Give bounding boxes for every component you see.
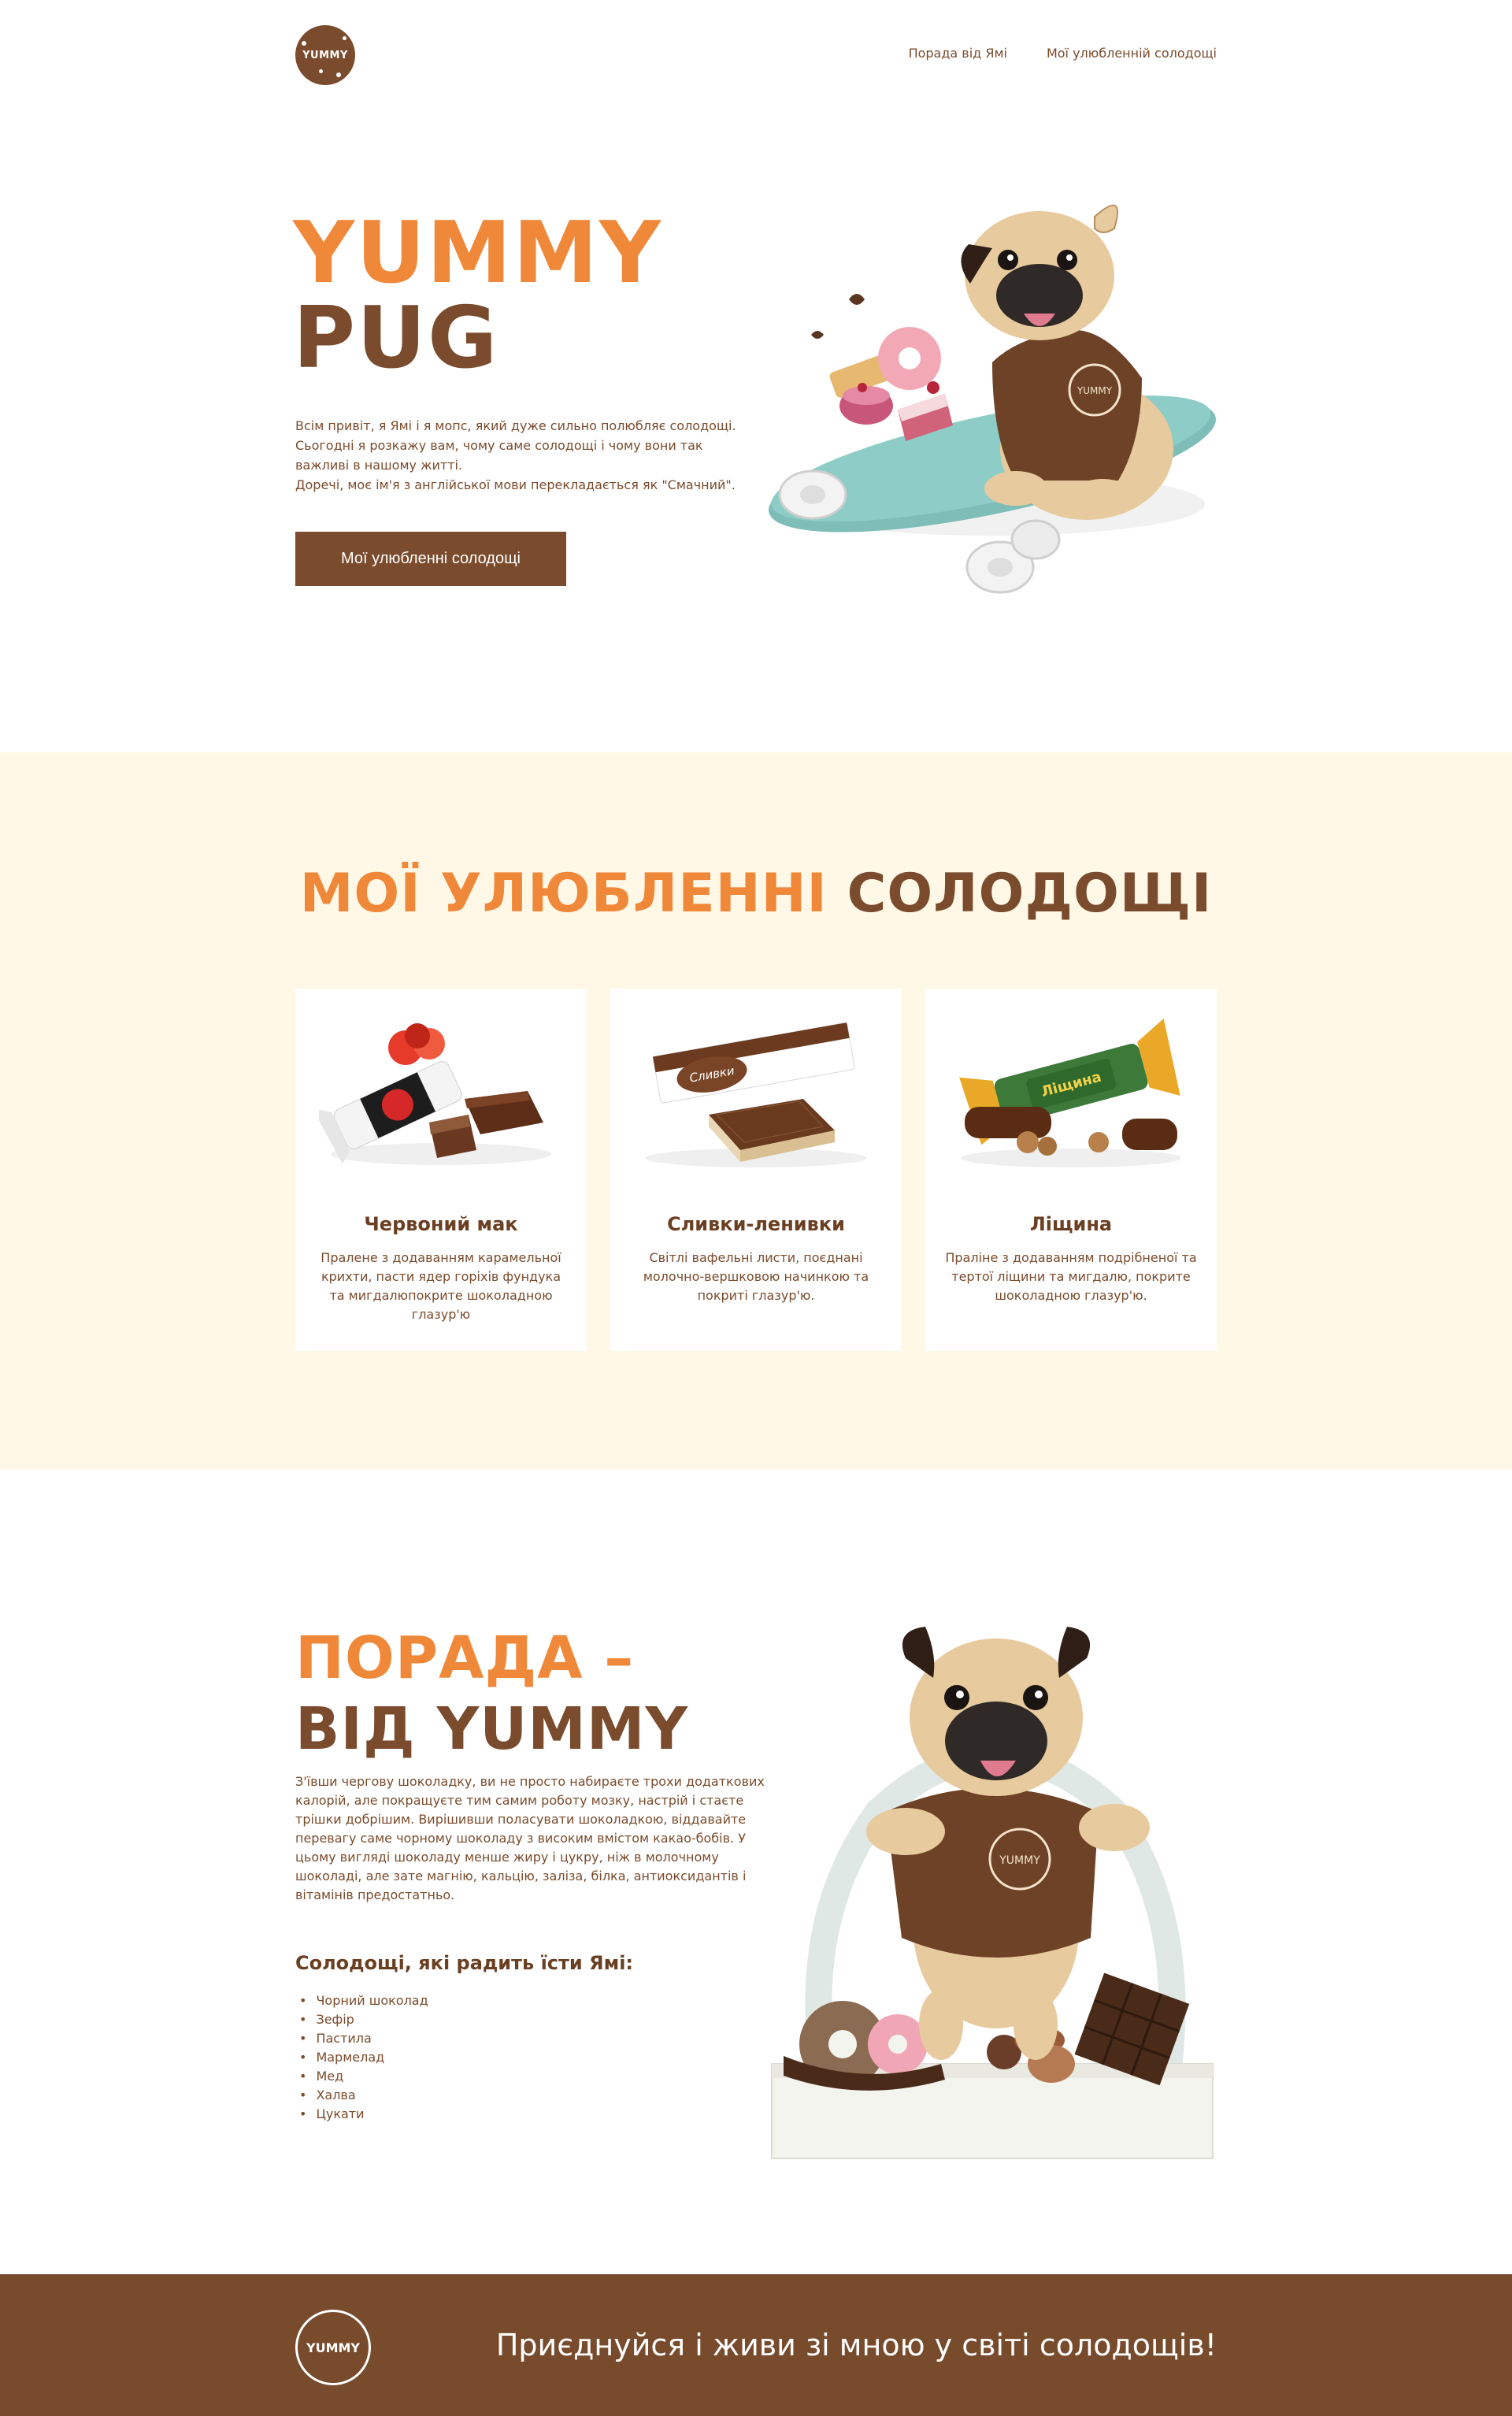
- hero-description-line: важливі в нашому житті.: [295, 458, 463, 473]
- advice-title-line1: ПОРАДА –: [295, 1624, 635, 1692]
- list-item: Цукати: [299, 2105, 428, 2124]
- svg-text:YUMMY: YUMMY: [999, 1854, 1040, 1867]
- sweets-list: Чорний шоколад Зефір Пастила Мармелад Ме…: [299, 1991, 428, 2124]
- favorites-title-brown: СОЛОДОЩІ: [847, 863, 1213, 925]
- list-item: Мармелад: [299, 2048, 428, 2067]
- advice-subtitle: Солодощі, які радить їсти Ямі:: [295, 1952, 634, 1974]
- product-description: Пралене з додаванням карамельної крихти,…: [321, 1250, 561, 1322]
- product-card-chervonyi-mak[interactable]: Червоний мак Пралене з додаванням караме…: [295, 989, 587, 1351]
- list-item: Зефір: [299, 2010, 428, 2029]
- main-nav: Порада від Ямі Мої улюбленній солодощі: [909, 46, 1217, 61]
- list-item: Мед: [299, 2067, 428, 2086]
- favorites-title-orange: МОЇ УЛЮБЛЕННІ: [299, 863, 828, 925]
- footer: YUMMY Приєднуйся і живи зі мною у світі …: [0, 2274, 1512, 2416]
- product-card-lishchyna[interactable]: Ліщина Ліщина Праліне з додаванням подрі…: [925, 989, 1217, 1351]
- nav-link-favorites[interactable]: Мої улюбленній солодощі: [1047, 46, 1217, 61]
- svg-text:YUMMY: YUMMY: [1077, 385, 1113, 396]
- candy-slyvky-lenyvky-image: Сливки: [646, 1022, 866, 1167]
- product-name: Червоний мак: [364, 1213, 518, 1235]
- pug-basket-illustration: YUMMY: [771, 1627, 1214, 2159]
- list-item: Халва: [299, 2086, 428, 2105]
- product-name: Сливки-ленивки: [667, 1213, 845, 1235]
- candy-lishchyna-image: Ліщина: [959, 1019, 1181, 1167]
- list-item: Чорний шоколад: [299, 1991, 428, 2010]
- advice-description: З'ївши чергову шоколадку, ви не просто н…: [295, 1774, 765, 1902]
- hero-title-line1: YUMMY: [293, 204, 663, 302]
- hero-description-line: Всім привіт, я Ямі і я мопс, який дуже с…: [295, 418, 736, 433]
- header: YUMMY Порада від Ямі Мої улюбленній соло…: [0, 0, 1512, 110]
- hero-title-line2: PUG: [293, 289, 499, 388]
- favorites-button[interactable]: Мої улюбленні солодощі: [295, 532, 566, 586]
- product-description: Світлі вафельні листи, поєднані молочно-…: [643, 1250, 869, 1303]
- hero-description-line: Доречі, моє ім'я з англійської мови пере…: [295, 477, 736, 492]
- product-name: Ліщина: [1029, 1213, 1113, 1235]
- nav-link-advice[interactable]: Порада від Ямі: [909, 46, 1007, 61]
- candy-red-poppy-image: [319, 1023, 551, 1165]
- logo[interactable]: YUMMY: [295, 25, 355, 85]
- product-description: Праліне з додаванням подрібненої та терт…: [945, 1250, 1197, 1303]
- footer-logo-text: YUMMY: [306, 2340, 360, 2355]
- pug-skateboard-illustration: YUMMY: [769, 204, 1216, 594]
- hero-title: YUMMY PUG: [293, 211, 662, 381]
- product-card-slyvky-lenyvky[interactable]: Сливки Сливки-ленивки Світлі вафельні ли…: [610, 989, 902, 1351]
- footer-slogan: Приєднуйся і живи зі мною у світі солодо…: [495, 2328, 1217, 2362]
- advice-title: ПОРАДА – ВІД YUMMY: [295, 1623, 688, 1765]
- list-item: Пастила: [299, 2029, 428, 2048]
- logo-text: YUMMY: [302, 49, 348, 61]
- footer-logo[interactable]: YUMMY: [295, 2310, 371, 2385]
- hero-description: Всім привіт, я Ямі і я мопс, який дуже с…: [295, 416, 768, 495]
- advice-title-line2: ВІД YUMMY: [295, 1695, 689, 1763]
- favorites-title: МОЇ УЛЮБЛЕННІ СОЛОДОЩІ: [0, 863, 1512, 925]
- hero-description-line: Сьогодні я розкажу вам, чому саме солодо…: [295, 438, 703, 453]
